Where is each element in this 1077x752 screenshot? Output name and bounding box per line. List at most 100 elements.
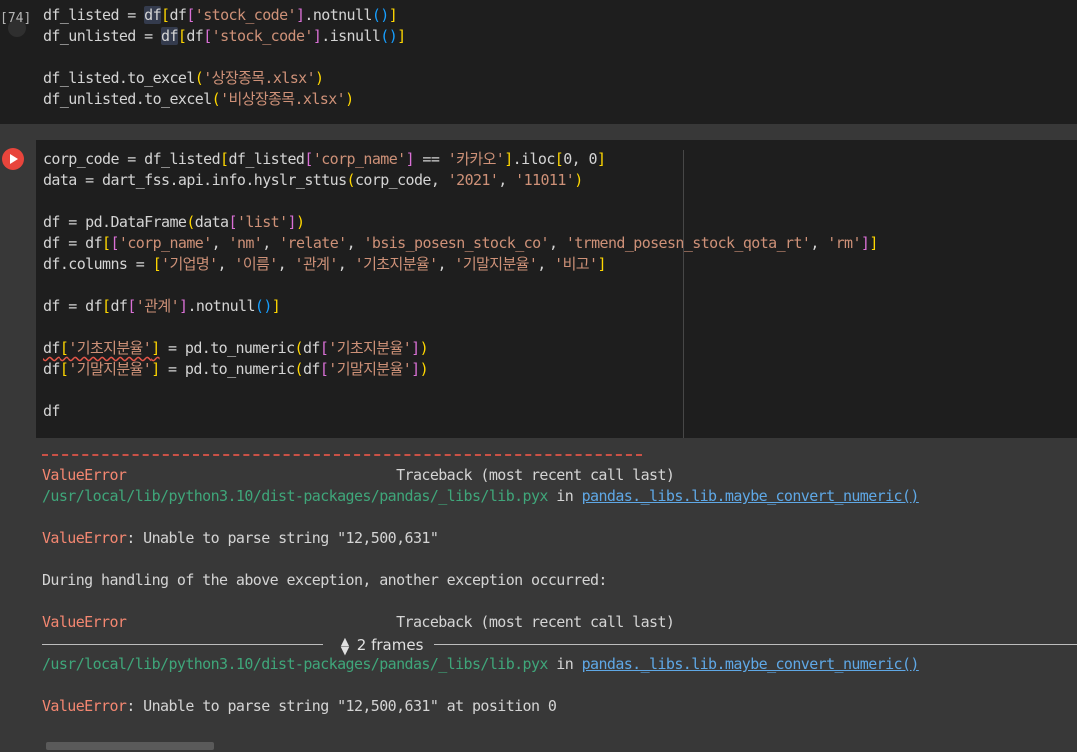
cell2-token: , bbox=[337, 255, 355, 273]
cell2-token: ) bbox=[419, 360, 429, 378]
cell2-token: df bbox=[110, 297, 128, 315]
cell2-token: ] bbox=[411, 360, 420, 378]
output-line: /usr/local/lib/python3.10/dist-packages/… bbox=[42, 486, 919, 507]
horizontal-scrollbar[interactable] bbox=[46, 742, 214, 750]
cell2-line: df = pd.DataFrame(data['list']) bbox=[43, 212, 878, 233]
cell2-token: ] bbox=[869, 234, 878, 252]
cell2-token: , bbox=[346, 234, 364, 252]
unfold-icon: ▲ ▼ bbox=[340, 634, 350, 657]
cell2-token: () bbox=[254, 297, 272, 315]
cell2-token: ( bbox=[294, 360, 304, 378]
cell1-token: df bbox=[161, 27, 179, 45]
cell2-token: , bbox=[810, 234, 828, 252]
output-line: ValueError: Unable to parse string "12,5… bbox=[42, 528, 919, 549]
cell2-token: df = df bbox=[43, 234, 103, 252]
cell2-line: df.columns = ['기업명', '이름', '관계', '기초지분율'… bbox=[43, 254, 878, 275]
cell2-line: df bbox=[43, 401, 878, 422]
code-editor[interactable]: corp_code = df_listed[df_listed['corp_na… bbox=[43, 149, 878, 422]
cell2-token: ) bbox=[419, 339, 429, 357]
cell2-token: df.columns = bbox=[43, 255, 153, 273]
cell1-token: ] bbox=[312, 27, 322, 45]
cell1-line bbox=[43, 47, 406, 68]
cell2-token: ) bbox=[295, 213, 305, 231]
cell1-token: '비상장종목.xlsx' bbox=[220, 90, 346, 108]
cell2-token: = pd.to_numeric bbox=[159, 339, 295, 357]
cell1-token: [ bbox=[203, 27, 212, 45]
expand-frames-button[interactable]: ▲ ▼ 2 frames bbox=[338, 633, 424, 657]
cell2-token: df_listed bbox=[228, 150, 305, 168]
cell2-token: 'corp_name' bbox=[118, 234, 212, 252]
cell2-token: , bbox=[211, 234, 229, 252]
cell1-token: ) bbox=[345, 90, 354, 108]
cell1-token: df_listed.to_excel bbox=[43, 69, 195, 87]
output-line: ValueError Traceback (most recent call l… bbox=[42, 612, 919, 633]
cell2-token: , bbox=[537, 255, 555, 273]
cell2-token: , bbox=[548, 234, 566, 252]
cell2-token: [ bbox=[228, 213, 238, 231]
cell2-token: [ bbox=[127, 297, 136, 315]
cell1-token: df bbox=[144, 6, 162, 24]
cell2-token: ] bbox=[151, 339, 160, 357]
code-cell-74[interactable]: [74] df_listed = df[df['stock_code'].not… bbox=[0, 0, 1077, 124]
cell2-token: '기초지분율' bbox=[328, 339, 412, 357]
cell2-token: 'rm' bbox=[827, 234, 861, 252]
cell2-token: data = dart_fss.api.info.hyslr_sttus bbox=[43, 171, 347, 189]
cell2-token: ] bbox=[287, 213, 297, 231]
output-token: ValueError bbox=[42, 697, 127, 715]
cell-gutter bbox=[0, 140, 36, 438]
cell2-token: ] bbox=[405, 150, 415, 168]
cell2-line: df = df[df['관계'].notnull()] bbox=[43, 296, 878, 317]
cell2-token: '기말지분율' bbox=[454, 255, 538, 273]
cell2-token: ( bbox=[346, 171, 356, 189]
traceback-text: ValueError Traceback (most recent call l… bbox=[42, 444, 919, 717]
cell2-token: ] bbox=[271, 297, 281, 315]
cell2-token: df bbox=[43, 339, 60, 357]
cell-separator bbox=[0, 124, 1077, 140]
cell2-token: 'corp_name' bbox=[312, 150, 406, 168]
output-line: During handling of the above exception, … bbox=[42, 570, 919, 591]
cell-output: ValueError Traceback (most recent call l… bbox=[0, 438, 1077, 752]
cell2-token: ( bbox=[186, 213, 195, 231]
run-cell-button[interactable] bbox=[2, 148, 24, 170]
cell2-token: '카카오' bbox=[447, 150, 505, 168]
cell2-token: '기말지분율' bbox=[68, 360, 152, 378]
cell2-line: data = dart_fss.api.info.hyslr_sttus(cor… bbox=[43, 170, 878, 191]
output-token: Traceback (most recent call last) bbox=[126, 613, 675, 631]
code-cell-active[interactable]: corp_code = df_listed[df_listed['corp_na… bbox=[36, 140, 1077, 438]
output-token: ValueError bbox=[42, 529, 127, 547]
cell2-token: '관계' bbox=[294, 255, 339, 273]
output-line: ValueError: Unable to parse string "12,5… bbox=[42, 696, 919, 717]
output-token: ValueError bbox=[42, 613, 127, 631]
cell2-token: df = pd.DataFrame bbox=[43, 213, 187, 231]
output-token: /usr/local/lib/python3.10/dist-packages/… bbox=[42, 655, 548, 673]
divider-line bbox=[42, 644, 323, 645]
cell2-token: 'nm' bbox=[228, 234, 263, 252]
cell2-token: [ bbox=[304, 150, 313, 168]
cell2-line: df = df[['corp_name', 'nm', 'relate', 'b… bbox=[43, 233, 878, 254]
cell2-token: , bbox=[437, 255, 455, 273]
cell2-token: '기업명' bbox=[161, 255, 218, 273]
frames-label: 2 frames bbox=[356, 636, 424, 654]
cell1-token: ] bbox=[388, 6, 398, 24]
cell2-token: '2021' bbox=[447, 171, 499, 189]
cell2-line bbox=[43, 275, 878, 296]
output-token: pandas._libs.lib.maybe_convert_numeric() bbox=[581, 487, 920, 505]
output-token: /usr/local/lib/python3.10/dist-packages/… bbox=[42, 487, 548, 505]
cell2-token: '11011' bbox=[515, 171, 575, 189]
cell2-token: .iloc bbox=[512, 150, 556, 168]
cell1-token: ( bbox=[211, 90, 221, 108]
code-editor[interactable]: df_listed = df[df['stock_code'].notnull(… bbox=[43, 5, 406, 110]
cell2-token: ) bbox=[574, 171, 583, 189]
cell2-token: == bbox=[414, 150, 448, 168]
output-token: ValueError bbox=[42, 466, 127, 484]
cell1-token: 'stock_code' bbox=[211, 27, 314, 45]
cell1-token: ] bbox=[397, 27, 406, 45]
cell1-token: .isnull bbox=[321, 27, 381, 45]
cell2-line: df['기말지분율'] = pd.to_numeric(df['기말지분율']) bbox=[43, 359, 878, 380]
cell2-token: [ bbox=[554, 150, 564, 168]
cell1-token: () bbox=[371, 6, 389, 24]
